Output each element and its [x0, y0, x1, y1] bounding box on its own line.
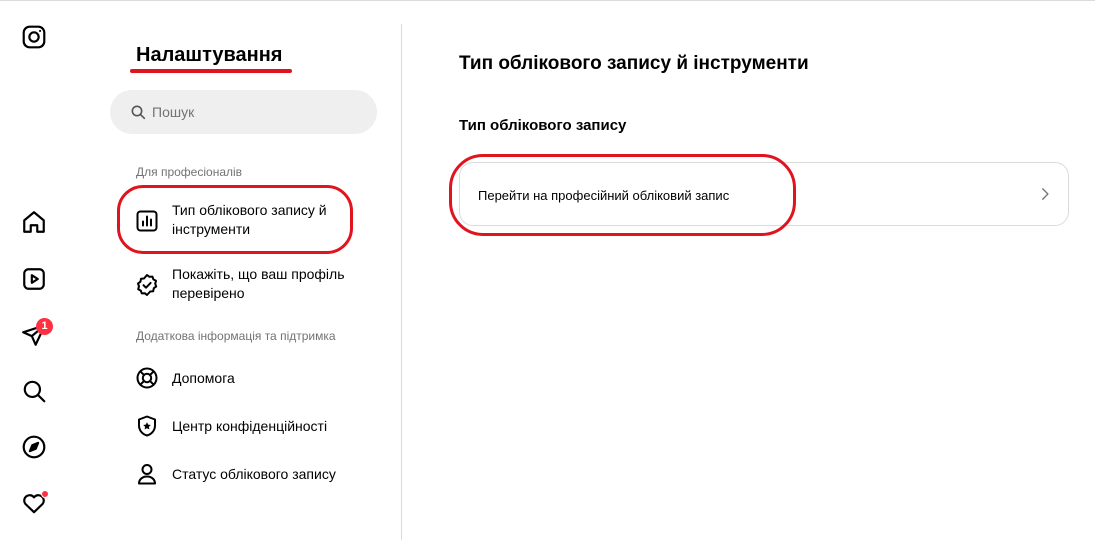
sidebar-item-verified[interactable]: Покажіть, що ваш профіль перевірено	[130, 264, 370, 304]
verified-badge-icon	[137, 274, 158, 296]
chevron-right-icon	[1042, 188, 1049, 200]
messages-badge: 1	[36, 318, 53, 335]
search-box[interactable]	[110, 90, 377, 134]
search-input[interactable]	[152, 90, 362, 134]
sidebar-item-account-status[interactable]: Статус облікового запису	[130, 462, 370, 486]
annotation-oval	[449, 154, 796, 236]
page-title: Тип облікового запису й інструменти	[459, 53, 809, 74]
sidebar-item-help[interactable]: Допомога	[130, 366, 370, 390]
sidebar-item-privacy-center[interactable]: Центр конфіденційності	[130, 414, 370, 438]
home-icon[interactable]	[21, 209, 47, 235]
lifebuoy-icon	[136, 367, 158, 389]
section-label-support: Додаткова інформація та підтримка	[136, 329, 336, 343]
person-icon	[138, 464, 156, 485]
sidebar-item-label: Покажіть, що ваш профіль перевірено	[172, 266, 345, 301]
search-field-icon	[131, 105, 146, 120]
sidebar-item-label: Статус облікового запису	[172, 466, 336, 482]
settings-sidebar: Налаштування Для професіоналів Тип облік…	[100, 0, 400, 540]
notifications-dot	[41, 490, 49, 498]
section-label-pro: Для професіоналів	[136, 165, 243, 179]
sidebar-item-label: Центр конфіденційності	[172, 418, 328, 434]
explore-icon[interactable]	[21, 434, 47, 460]
main-content: Тип облікового запису й інструменти Тип …	[402, 0, 1095, 540]
annotation-underline	[130, 69, 292, 73]
instagram-icon[interactable]	[21, 24, 47, 50]
reels-icon[interactable]	[21, 266, 47, 292]
annotation-oval	[117, 185, 353, 254]
settings-title: Налаштування	[136, 44, 283, 66]
section-title: Тип облікового запису	[459, 117, 627, 134]
left-nav-rail: 1	[0, 0, 70, 540]
sidebar-item-label: Допомога	[172, 370, 235, 386]
shield-icon	[138, 415, 156, 437]
search-icon[interactable]	[21, 378, 47, 404]
